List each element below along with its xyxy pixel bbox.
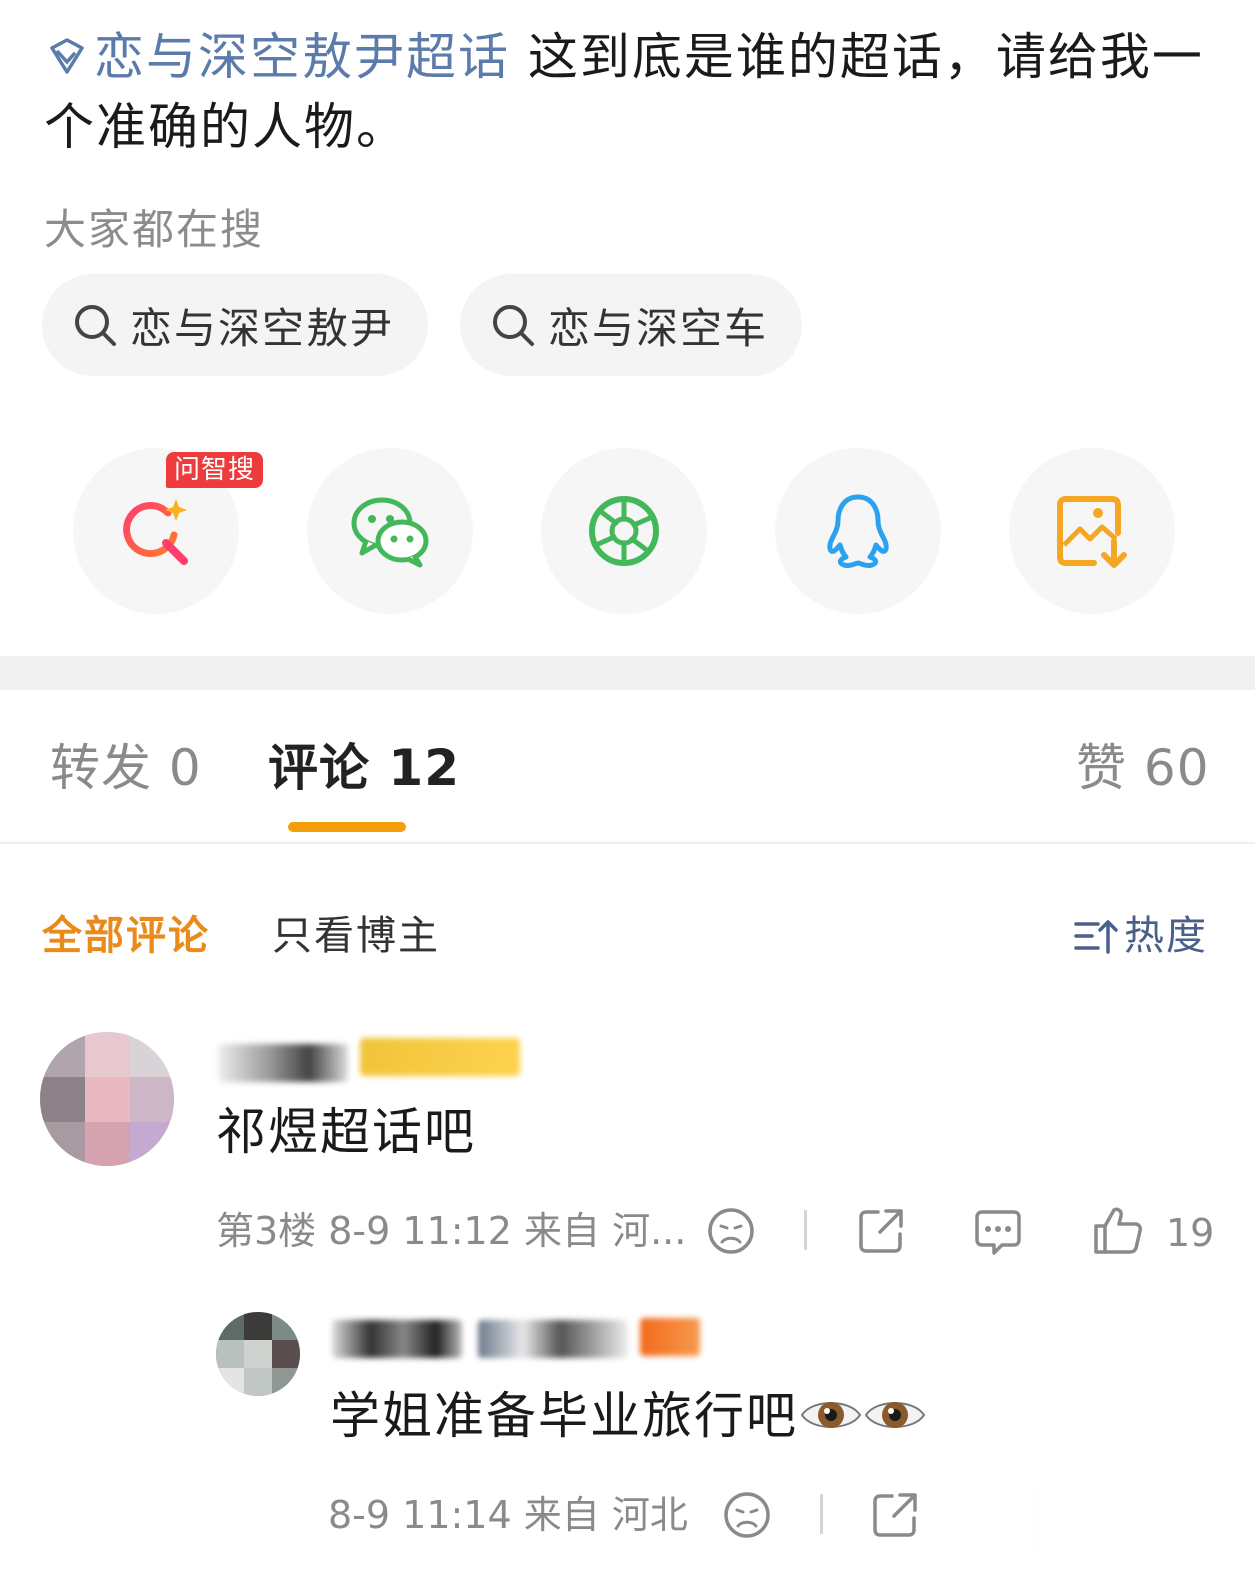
blurred-overlay (960, 1480, 1255, 1560)
share-icon[interactable] (856, 1206, 906, 1256)
filter-all-comments[interactable]: 全部评论 (42, 910, 210, 962)
moments-share-button[interactable] (541, 448, 707, 614)
sort-button[interactable]: 热度 (1074, 910, 1208, 962)
active-tab-indicator (288, 822, 406, 832)
supertopic-diamond-icon (50, 38, 84, 74)
avatar[interactable] (216, 1312, 300, 1396)
comment-text: 祁煜超话吧 (216, 1103, 476, 1161)
user-badge-redacted (640, 1318, 700, 1356)
dislike-icon[interactable] (722, 1490, 772, 1540)
tab-comments[interactable]: 评论 12 (268, 736, 460, 800)
username-redacted[interactable] (332, 1320, 462, 1358)
dislike-icon[interactable] (706, 1206, 756, 1256)
divider (804, 1210, 807, 1250)
ai-search-badge: 问智搜 (166, 452, 264, 488)
reply-text-row: 学姐准备毕业旅行吧 (330, 1384, 926, 1448)
avatar[interactable] (40, 1032, 174, 1166)
user-badge-redacted (360, 1038, 520, 1076)
tab-divider (0, 842, 1255, 844)
like-count: 19 (1166, 1211, 1215, 1255)
tab-repost[interactable]: 转发 0 (50, 736, 202, 800)
tab-likes[interactable]: 赞 60 (1076, 736, 1210, 800)
save-image-button[interactable] (1009, 448, 1175, 614)
ai-search-icon (123, 499, 188, 565)
search-chip-1[interactable]: 恋与深空敖尹 (42, 274, 429, 376)
eye-emoji-icon (800, 1402, 862, 1428)
search-chip-2[interactable]: 恋与深空车 (460, 274, 803, 376)
qq-icon (827, 494, 889, 569)
trending-search-title: 大家都在搜 (44, 205, 265, 254)
search-chip-label: 恋与深空车 (548, 303, 769, 353)
filter-author-only[interactable]: 只看博主 (272, 910, 440, 962)
search-chip-label: 恋与深空敖尹 (130, 303, 395, 353)
section-divider (0, 656, 1255, 690)
sort-label: 热度 (1124, 913, 1208, 959)
wechat-icon (351, 497, 429, 568)
username-redacted[interactable] (478, 1320, 628, 1358)
username-redacted[interactable] (218, 1044, 348, 1082)
reply-text: 学姐准备毕业旅行吧 (330, 1387, 798, 1445)
post-body: 恋与深空敖尹超话 这到底是谁的超话，请给我一个准确的人物。 (44, 22, 1214, 162)
qq-share-button[interactable] (775, 448, 941, 614)
reply-meta: 8-9 11:14 来自 河北 (328, 1493, 688, 1537)
divider (820, 1494, 823, 1534)
wechat-share-button[interactable] (307, 448, 473, 614)
save-image-icon (1057, 496, 1127, 568)
share-icon[interactable] (870, 1490, 920, 1540)
search-icon (493, 305, 534, 346)
like-icon[interactable] (1092, 1204, 1144, 1256)
comment-meta: 第3楼 8-9 11:12 来自 河... (216, 1209, 687, 1253)
moments-icon (589, 496, 659, 566)
search-icon (75, 305, 116, 346)
sort-icon (1074, 920, 1118, 954)
topic-name[interactable]: 恋与深空敖尹超话 (94, 28, 510, 86)
reply-icon[interactable] (972, 1206, 1024, 1258)
topic-link[interactable]: 恋与深空敖尹超话 (44, 28, 510, 86)
eye-emoji-icon (864, 1402, 926, 1428)
